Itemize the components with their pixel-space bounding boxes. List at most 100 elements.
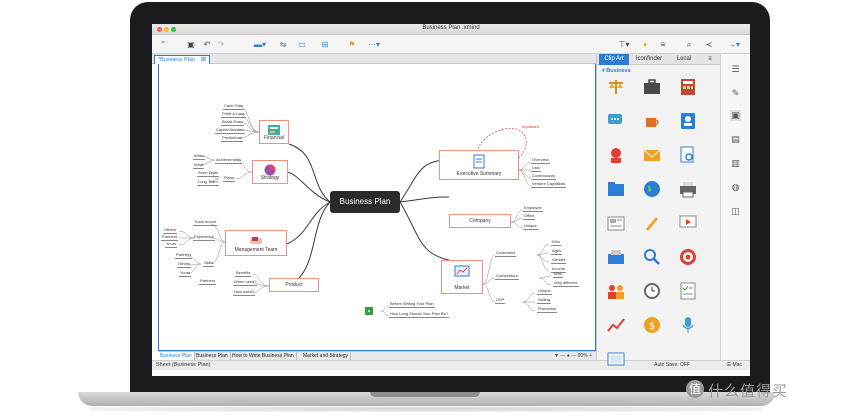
sub-promotion[interactable]: Promotion (537, 306, 558, 313)
sub-track-record[interactable]: Track record (193, 219, 218, 226)
microphone-icon[interactable] (679, 316, 697, 334)
sub-yours-2[interactable]: Yours (179, 270, 192, 277)
sub-partners[interactable]: Partners (161, 234, 179, 241)
growth-chart-icon[interactable] (607, 316, 625, 334)
chat-icon[interactable] (607, 112, 625, 130)
checklist-icon[interactable] (679, 282, 697, 300)
target-icon[interactable] (679, 248, 697, 266)
sub-competitors[interactable]: Competitors (495, 273, 519, 280)
tab-iconfinder[interactable]: Iconfinder (631, 54, 667, 65)
mail-icon[interactable] (643, 146, 661, 164)
undo-icon[interactable]: ↶ (202, 39, 212, 50)
sub-last[interactable]: Last (531, 165, 541, 172)
calculator-icon[interactable] (679, 78, 697, 96)
panel-menu-icon[interactable]: ≡ (703, 54, 717, 65)
sub-break-even[interactable]: Break Even (221, 119, 244, 126)
newspaper-icon[interactable] (607, 214, 625, 232)
category-business[interactable]: ▾ Business (602, 68, 631, 74)
markers-icon[interactable]: ▤ (730, 134, 741, 145)
tab-business-plan[interactable]: *Business Plan ⊠ (154, 55, 210, 64)
sub-others[interactable]: Others (163, 227, 178, 234)
document-search-icon[interactable] (679, 146, 697, 164)
task-icon[interactable]: ◫ (730, 206, 741, 217)
topic-icon[interactable]: ▬▾ (253, 39, 267, 50)
sub-benefits[interactable]: Benefits (235, 270, 252, 277)
sub-profit-loss[interactable]: Profit & Loss (221, 111, 246, 118)
sub-usp[interactable]: USP (495, 297, 506, 304)
central-topic[interactable]: Business Plan (330, 191, 400, 213)
sub-partners-2[interactable]: Partners (175, 252, 193, 259)
sub-yours[interactable]: Yours (165, 241, 178, 248)
sub-others-2[interactable]: Others (177, 261, 192, 268)
sub-unique[interactable]: Unique (523, 223, 538, 230)
slides-icon[interactable] (607, 350, 625, 368)
sub-ages[interactable]: Ages (551, 248, 563, 255)
sub-unique-2[interactable]: Unique (537, 288, 552, 295)
sub-selling[interactable]: Selling (537, 297, 552, 304)
relationship-icon[interactable]: ⇆ (278, 39, 288, 50)
globe-icon[interactable] (643, 180, 661, 198)
clock-icon[interactable] (643, 282, 661, 300)
sub-achievements[interactable]: Achievements (215, 157, 243, 164)
boundary-icon[interactable]: ▭ (297, 39, 307, 50)
comments-icon[interactable]: ◍ (730, 182, 741, 193)
tab-clip-art[interactable]: Clip Art (599, 54, 629, 65)
tab-local[interactable]: Local (669, 54, 699, 65)
sub-why-different[interactable]: Why different (553, 280, 579, 287)
team-icon[interactable] (607, 282, 625, 300)
briefcase-icon[interactable] (643, 78, 661, 96)
more-icon[interactable]: ⋯▾ (367, 39, 381, 50)
sub-gender[interactable]: Gender (551, 257, 567, 264)
sub-what[interactable]: What (193, 162, 205, 169)
sub-continuously[interactable]: Continuously (531, 173, 557, 180)
topic-management-team[interactable]: Management Team (225, 230, 287, 256)
sub-office[interactable]: Office (523, 213, 536, 220)
user-status[interactable]: ☰ Mac (727, 362, 742, 368)
sub-how-used[interactable]: How used? (233, 289, 256, 296)
scales-icon[interactable] (607, 78, 625, 96)
sub-how-long[interactable]: How Long Should Your Plan Be? (389, 311, 450, 318)
fax-icon[interactable] (607, 248, 625, 266)
outline-icon[interactable]: ☰ (730, 64, 741, 75)
presentation-icon[interactable] (679, 214, 697, 232)
folder-icon[interactable] (607, 180, 625, 198)
sub-employee[interactable]: Employee (523, 205, 543, 212)
topic-market[interactable]: Market (441, 260, 483, 294)
sub-overview[interactable]: Overview (531, 157, 550, 164)
sub-cash-flow[interactable]: Cash Flow (223, 103, 244, 110)
save-icon[interactable]: ▣ (186, 39, 196, 50)
sub-capital-needed[interactable]: Capital Needed (215, 127, 245, 134)
share-icon[interactable]: ≺ (704, 39, 714, 50)
coffee-icon[interactable] (643, 112, 661, 130)
close-tab-icon[interactable]: ⊠ (201, 56, 206, 64)
format-icon[interactable]: ≡ (658, 39, 668, 50)
topic-financial[interactable]: Financial (259, 120, 289, 144)
sub-when[interactable]: When (193, 153, 206, 160)
filter-icon[interactable]: ⊤▾ (618, 39, 630, 50)
sub-long-team[interactable]: Long Team (197, 179, 219, 186)
sub-plans[interactable]: Plans (223, 175, 236, 182)
mind-map-canvas[interactable]: Business Plan Financial Cash Flow Profit… (158, 64, 596, 351)
notes-icon[interactable]: ▥ (730, 158, 741, 169)
support-agent-icon[interactable] (607, 146, 625, 164)
sub-experience[interactable]: Experience (193, 234, 216, 241)
sub-predictions[interactable]: Predictions (221, 135, 243, 142)
topic-executive-summary[interactable]: Executive Summary (439, 150, 519, 180)
sub-who-2[interactable]: Who (553, 271, 564, 278)
topic-strategy[interactable]: Strategy (252, 160, 288, 184)
clip-art-icon[interactable]: ▣ (730, 110, 741, 121)
floating-topic-icon[interactable]: ▴ (365, 307, 373, 315)
magnifier-icon[interactable] (643, 248, 661, 266)
flag-icon[interactable]: ⚑ (347, 39, 357, 50)
redo-icon[interactable]: ↷ (216, 39, 226, 50)
sub-before-writing[interactable]: Before Writing Your Plan (389, 301, 435, 308)
export-icon[interactable]: →▾ (727, 39, 741, 50)
topic-product[interactable]: Product (269, 278, 319, 292)
format-brush-icon[interactable]: ✎ (730, 88, 741, 99)
coin-icon[interactable]: $ (643, 316, 661, 334)
summary-icon[interactable]: ⊟ (320, 39, 330, 50)
autosave-status[interactable]: Auto Save: OFF (654, 362, 690, 368)
sub-who[interactable]: Who (551, 239, 562, 246)
sub-short-team[interactable]: Short Team (197, 170, 220, 177)
pencil-icon[interactable] (643, 214, 661, 232)
